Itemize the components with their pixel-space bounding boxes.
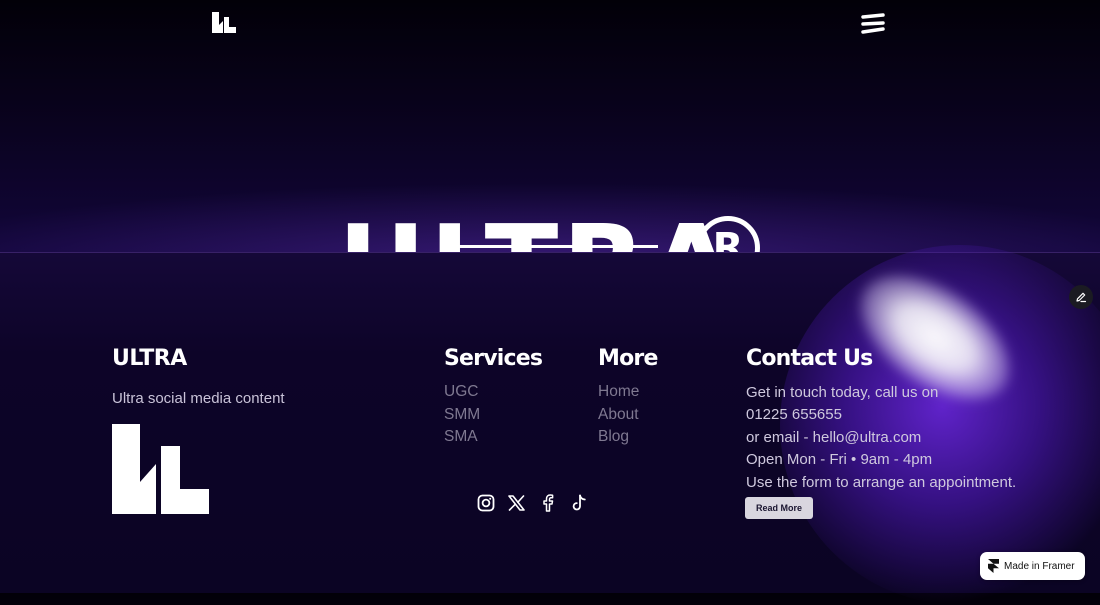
ultra-logo-icon	[212, 12, 236, 33]
footer-brand-tagline: Ultra social media content	[112, 390, 285, 407]
made-in-framer-label: Made in Framer	[1004, 560, 1075, 572]
instagram-link[interactable]	[476, 493, 495, 513]
instagram-icon	[477, 494, 494, 512]
tiktok-link[interactable]	[569, 493, 588, 513]
x-icon	[508, 495, 525, 511]
facebook-icon	[542, 494, 553, 512]
social-links	[476, 493, 588, 513]
pencil-icon	[1076, 292, 1087, 303]
made-in-framer-badge[interactable]: Made in Framer	[980, 552, 1085, 580]
nav-logo-link[interactable]	[212, 12, 236, 33]
x-link[interactable]	[507, 493, 526, 513]
services-heading: Services	[444, 346, 543, 371]
tiktok-icon	[572, 494, 586, 511]
contact-info: Get in touch today, call us on 01225 655…	[746, 382, 1016, 494]
contact-line-intro: Get in touch today, call us on	[746, 384, 939, 401]
contact-line-email: or email - hello@ultra.com	[746, 428, 922, 446]
read-more-button[interactable]: Read More	[745, 497, 813, 519]
contact-line-phone: 01225 655655	[746, 406, 842, 424]
footer-link-smm[interactable]: SMM	[444, 405, 480, 425]
services-links: UGC SMM SMA	[444, 382, 480, 447]
footer-link-ugc[interactable]: UGC	[444, 382, 480, 402]
footer-link-about[interactable]: About	[598, 405, 639, 425]
footer-link-home[interactable]: Home	[598, 382, 639, 402]
ultra-logo-icon	[112, 424, 209, 514]
edit-button[interactable]	[1069, 285, 1093, 309]
hero-underline	[442, 245, 658, 248]
framer-icon	[988, 559, 999, 573]
contact-heading: Contact Us	[746, 346, 873, 371]
more-heading: More	[598, 346, 658, 371]
footer-link-blog[interactable]: Blog	[598, 427, 639, 447]
more-links: Home About Blog	[598, 382, 639, 447]
footer-link-sma[interactable]: SMA	[444, 427, 480, 447]
facebook-link[interactable]	[538, 493, 557, 513]
footer-brand-title: ULTRA	[112, 346, 187, 371]
menu-button[interactable]	[860, 12, 886, 36]
menu-icon	[861, 13, 885, 34]
contact-line-form: Use the form to arrange an appointment.	[746, 473, 1017, 491]
contact-line-hours: Open Mon - Fri • 9am - 4pm	[746, 451, 933, 469]
